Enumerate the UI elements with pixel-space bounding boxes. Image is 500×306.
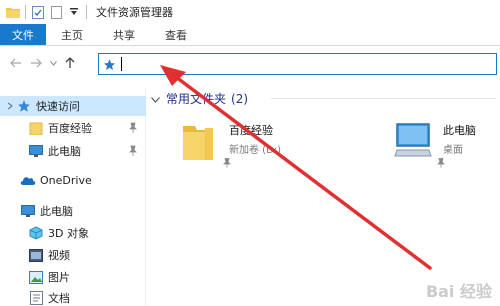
properties-icon[interactable]: [29, 3, 47, 21]
sidebar-item-videos[interactable]: 视频: [0, 245, 146, 265]
computer-icon: [20, 203, 36, 219]
ribbon-tabs: 文件 主页 共享 查看: [0, 24, 500, 46]
tile-name: 此电脑: [443, 124, 476, 137]
pictures-icon: [28, 269, 44, 285]
tab-home[interactable]: 主页: [46, 24, 98, 45]
star-icon: [16, 98, 32, 114]
sidebar-item-label: OneDrive: [40, 173, 92, 187]
sidebar-item-label: 文档: [48, 292, 70, 305]
sidebar-item-label: 此电脑: [48, 145, 81, 158]
pin-icon: [128, 122, 138, 134]
group-divider: [271, 98, 496, 99]
3d-objects-icon: [28, 225, 44, 241]
pin-icon: [223, 158, 231, 171]
navigation-bar: [0, 46, 500, 80]
tab-share[interactable]: 共享: [98, 24, 150, 45]
group-header-frequent-folders[interactable]: 常用文件夹 (2): [151, 90, 248, 107]
folder-icon: [28, 120, 44, 136]
sidebar-item-label: 百度经验: [48, 122, 92, 135]
sidebar-item-label: 视频: [48, 249, 70, 262]
sidebar-item-label: 3D 对象: [48, 227, 89, 240]
text-cursor: [121, 57, 122, 71]
address-bar[interactable]: [98, 53, 497, 75]
computer-icon: [393, 120, 437, 166]
watermark: Bai 经验: [425, 282, 492, 301]
window-title: 文件资源管理器: [96, 6, 173, 19]
tile-location: 新加卷 (D:): [229, 145, 282, 156]
expand-chevron-icon[interactable]: [6, 98, 14, 114]
recent-locations-chevron-icon[interactable]: [46, 53, 60, 73]
group-count: (2): [231, 91, 249, 106]
sidebar-item-label: 快速访问: [36, 100, 80, 113]
sidebar-item-3d-objects[interactable]: 3D 对象: [0, 223, 146, 243]
sidebar-item-this-pc-pinned[interactable]: 此电脑: [0, 141, 146, 161]
folder-icon: [179, 120, 223, 166]
tab-view[interactable]: 查看: [150, 24, 202, 45]
sidebar-item-label: 图片: [48, 271, 70, 284]
video-icon: [28, 247, 44, 263]
group-title: 常用文件夹: [166, 92, 227, 106]
content-pane: 常用文件夹 (2) 百度经验 新加卷 (D:) 此电脑 桌面: [147, 80, 500, 306]
separator: [25, 5, 26, 19]
tile-name: 百度经验: [229, 124, 273, 137]
sidebar-item-onedrive[interactable]: OneDrive: [0, 170, 146, 190]
pin-icon: [437, 158, 445, 171]
sidebar-item-label: 此电脑: [40, 205, 73, 218]
tile-location: 桌面: [443, 145, 463, 156]
collapse-chevron-icon[interactable]: [151, 92, 160, 106]
sidebar-item-this-pc[interactable]: 此电脑: [0, 201, 146, 221]
sidebar-item-pictures[interactable]: 图片: [0, 267, 146, 287]
new-folder-icon[interactable]: [47, 3, 65, 21]
quick-access-toolbar: [4, 3, 90, 21]
pin-icon: [128, 145, 138, 157]
title-bar: 文件资源管理器: [0, 0, 500, 24]
separator: [86, 5, 87, 19]
sidebar-item-documents[interactable]: 文档: [0, 288, 146, 306]
computer-icon: [28, 143, 44, 159]
documents-icon: [28, 290, 44, 306]
folder-icon[interactable]: [4, 3, 22, 21]
folder-tile-baidu-jingyan[interactable]: 百度经验 新加卷 (D:): [179, 120, 282, 168]
up-arrow-icon[interactable]: [60, 53, 80, 73]
forward-arrow-icon[interactable]: [26, 53, 46, 73]
cloud-icon: [20, 172, 36, 188]
folder-tile-this-pc[interactable]: 此电脑 桌面: [393, 120, 476, 168]
tab-file[interactable]: 文件: [0, 24, 46, 45]
sidebar-item-quick-access[interactable]: 快速访问: [0, 96, 146, 116]
navigation-pane: 快速访问 百度经验 此电脑 OneDrive 此电脑 3D 对象 视频 图片 文…: [0, 88, 146, 306]
back-arrow-icon[interactable]: [6, 53, 26, 73]
customize-toolbar-icon[interactable]: [65, 3, 83, 21]
sidebar-item-baidu-jingyan[interactable]: 百度经验: [0, 118, 146, 138]
quick-access-pin-icon: [103, 58, 116, 71]
